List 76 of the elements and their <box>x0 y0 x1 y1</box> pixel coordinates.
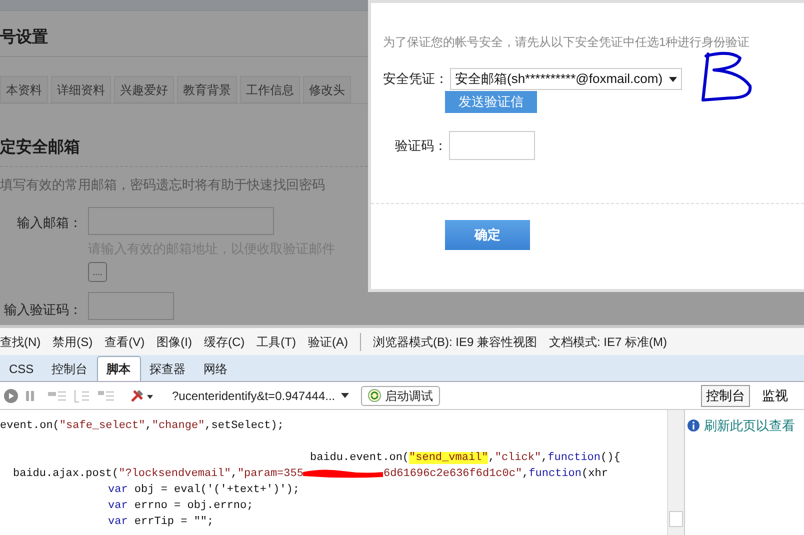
dialog-intro: 为了保证您的帐号安全，请先从以下安全凭证中任选1种进行身份验证 <box>383 34 751 51</box>
code-text: , <box>522 468 529 480</box>
section-title: 定安全邮箱 <box>0 139 80 156</box>
code-field[interactable] <box>449 131 535 160</box>
devtools-tab[interactable]: CSS <box>0 356 43 381</box>
menu-item[interactable]: 禁用(S) <box>52 332 93 350</box>
caret-icon <box>669 76 677 82</box>
profile-tab[interactable]: 本资料 <box>0 76 48 103</box>
profile-tab[interactable]: 工作信息 <box>240 76 300 103</box>
code-string: "param=355 <box>237 468 304 480</box>
email-field[interactable] <box>88 206 274 234</box>
mode-menu[interactable]: 文档模式: IE7 标准(M) <box>549 332 668 350</box>
step-out-icon <box>98 390 114 402</box>
highlighted-string: "send_vmail" <box>409 452 488 464</box>
devtools-tab[interactable]: 探查器 <box>140 356 195 381</box>
mode-menu[interactable]: 浏览器模式(B): IE9 兼容性视图 <box>373 332 538 350</box>
code-string: 6d61696c2e636f6d1c0c" <box>383 468 522 480</box>
code-string: "change" <box>152 420 205 432</box>
scrollbar-thumb[interactable] <box>669 511 683 527</box>
code-keyword: var <box>108 516 128 528</box>
menu-item[interactable]: 缓存(C) <box>204 332 245 350</box>
debug-button[interactable]: 启动调试 <box>361 386 440 406</box>
code-text: , <box>541 452 548 464</box>
code-text: obj = eval('('+text+')'); <box>133 484 300 496</box>
profile-tab[interactable]: 详细资料 <box>51 76 111 103</box>
info-icon <box>687 419 700 432</box>
script-select[interactable]: ?ucenteridentify&t=0.947444... <box>172 386 350 404</box>
pause-icon <box>26 390 34 400</box>
refresh-icon <box>368 389 382 402</box>
step-into-icon <box>74 388 90 402</box>
field-label: 输入验证码： <box>3 301 82 319</box>
code-text: (xhr <box>582 468 608 480</box>
code-keyword: var <box>108 500 128 512</box>
side-tab[interactable]: 监视 <box>754 384 796 406</box>
field-label: 安全凭证： <box>383 70 448 88</box>
code-text: errno = obj.errno; <box>133 500 254 512</box>
code-text: , <box>488 452 495 464</box>
code-keyword: var <box>108 484 128 496</box>
field-label: 输入邮箱： <box>16 214 82 232</box>
profile-tab[interactable]: 教育背景 <box>177 76 237 103</box>
menu-item[interactable]: 查看(V) <box>104 332 145 350</box>
menu-item[interactable]: 验证(A) <box>308 332 348 350</box>
hint-text: 填写有效的常用邮箱，密码遗忘时将有助于快速找回密码 <box>0 176 326 194</box>
code-text: errTip = ""; <box>133 516 214 528</box>
code-text: , <box>145 420 152 432</box>
devtools-tab[interactable]: 网络 <box>194 356 237 381</box>
code-text: event.on( <box>0 420 60 432</box>
menu-item[interactable]: 查找(N) <box>0 332 41 350</box>
tools-icon[interactable] <box>130 388 154 402</box>
step-over-icon <box>48 390 66 402</box>
captcha-field[interactable] <box>88 292 174 320</box>
menu-item[interactable]: 图像(I) <box>156 332 192 350</box>
code-text: , <box>230 468 238 480</box>
code-string: "?locksendvemail" <box>118 468 231 480</box>
code-string: "click" <box>494 452 542 464</box>
profile-tab[interactable]: 兴趣爱好 <box>114 76 174 103</box>
page-title: 号设置 <box>0 28 48 48</box>
play-icon <box>4 388 18 402</box>
small-button[interactable]: .... <box>88 262 107 282</box>
credential-select[interactable]: 安全邮箱(sh**********@foxmail.com) <box>450 68 682 90</box>
profile-tab[interactable]: 修改头 <box>303 76 351 103</box>
console-message: 刷新此页以查看 <box>704 417 795 435</box>
devtools-tab[interactable]: 脚本 <box>96 356 141 381</box>
code-text: baidu.event.on( <box>310 452 410 464</box>
code-keyword: function <box>548 452 600 464</box>
menu-item[interactable]: 工具(T) <box>256 332 296 350</box>
code-text: baidu.ajax.post( <box>13 468 119 480</box>
side-tab[interactable]: 控制台 <box>701 384 750 406</box>
devtools-tab[interactable]: 控制台 <box>42 356 97 381</box>
code-text: (){ <box>600 452 620 464</box>
code-keyword: function <box>528 468 582 480</box>
code-text: ,setSelect); <box>204 420 284 432</box>
caret-icon <box>341 393 350 398</box>
handwritten-scribble <box>700 50 754 102</box>
code-string: "safe_select" <box>59 420 146 432</box>
field-label: 验证码： <box>395 136 447 155</box>
